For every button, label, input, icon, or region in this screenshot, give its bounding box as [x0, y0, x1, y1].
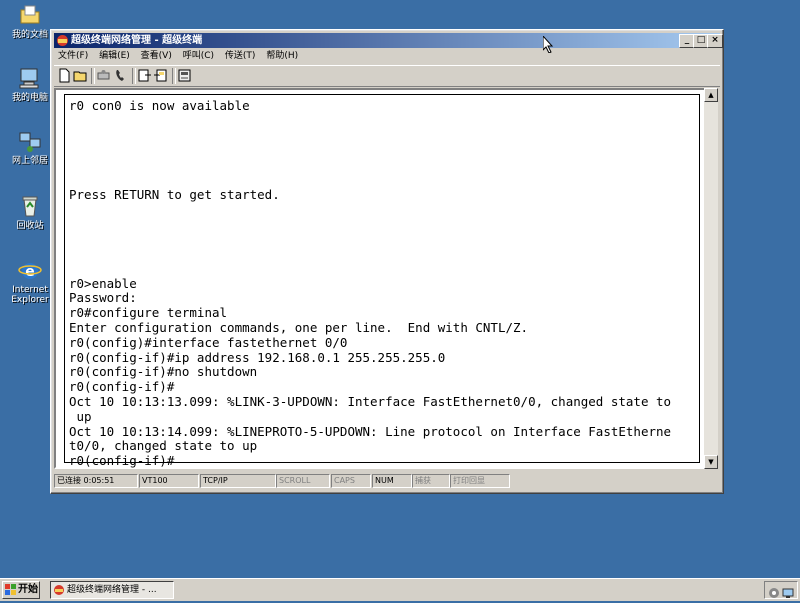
recycle-bin-icon: [22, 196, 38, 217]
window-title: 超级终端网络管理 - 超级终端: [71, 35, 203, 46]
tray-volume-icon[interactable]: [768, 584, 780, 598]
status-scroll: SCROLL: [276, 474, 330, 488]
disconnect-icon[interactable]: [96, 68, 111, 83]
start-button[interactable]: 开始: [2, 581, 40, 599]
terminal-output: r0 con0 is now available Press RETURN to…: [69, 98, 672, 469]
start-label: 开始: [18, 584, 38, 595]
status-protocol: TCP/IP: [200, 474, 276, 488]
hyperterminal-app-icon: [57, 35, 68, 46]
terminal-screen[interactable]: r0 con0 is now available Press RETURN to…: [64, 94, 700, 468]
taskbar-item-label: 超级终端网络管理 - ...: [67, 585, 157, 595]
taskbar: 开始 超级终端网络管理 - ...: [0, 578, 800, 601]
scroll-up-button[interactable]: ▲: [704, 88, 718, 102]
terminal-area[interactable]: r0 con0 is now available Press RETURN to…: [54, 88, 706, 469]
toolbar-separator: [172, 68, 176, 84]
windows-logo-icon: [5, 584, 16, 595]
menu-help[interactable]: 帮助(H): [266, 49, 298, 64]
new-file-icon[interactable]: [57, 68, 72, 83]
tray-network-icon[interactable]: [782, 584, 794, 598]
mouse-cursor-icon: [543, 36, 554, 53]
hyperterminal-app-icon: [54, 585, 64, 595]
open-file-icon[interactable]: [73, 68, 88, 83]
system-tray: [764, 581, 798, 599]
menu-view[interactable]: 查看(V): [141, 49, 172, 64]
title-bar[interactable]: 超级终端网络管理 - 超级终端 _ □ ×: [54, 33, 723, 48]
menu-edit[interactable]: 编辑(E): [99, 49, 130, 64]
status-print-echo: 打印回显: [450, 474, 510, 488]
vertical-scrollbar[interactable]: ▲ ▼: [704, 88, 718, 469]
toolbar: [54, 65, 720, 87]
status-bar: 已连接 0:05:51 VT100 TCP/IP SCROLL CAPS NUM…: [54, 474, 720, 488]
hyperterminal-window: 超级终端网络管理 - 超级终端 _ □ × 文件(F) 编辑(E) 查看(V) …: [50, 29, 724, 494]
close-button[interactable]: ×: [707, 34, 723, 48]
receive-icon[interactable]: [153, 68, 168, 83]
network-icon: [19, 132, 41, 152]
toolbar-separator: [132, 68, 136, 84]
menu-file[interactable]: 文件(F): [58, 49, 88, 64]
scroll-down-button[interactable]: ▼: [704, 455, 718, 469]
status-emulation: VT100: [139, 474, 199, 488]
properties-icon[interactable]: [177, 68, 192, 83]
status-connected-time: 已连接 0:05:51: [54, 474, 138, 488]
call-icon[interactable]: [113, 68, 128, 83]
menu-transfer[interactable]: 传送(T): [225, 49, 256, 64]
menu-bar: 文件(F) 编辑(E) 查看(V) 呼叫(C) 传送(T) 帮助(H): [54, 49, 720, 64]
computer-icon: [19, 68, 39, 89]
taskbar-item-hyperterminal[interactable]: 超级终端网络管理 - ...: [50, 581, 174, 599]
menu-call[interactable]: 呼叫(C): [183, 49, 214, 64]
status-num: NUM: [372, 474, 412, 488]
status-caps: CAPS: [331, 474, 371, 488]
toolbar-separator: [91, 68, 95, 84]
folder-documents-icon: [20, 5, 40, 24]
internet-explorer-icon: e: [18, 263, 42, 280]
status-capture: 捕获: [412, 474, 450, 488]
send-icon[interactable]: [137, 68, 152, 83]
